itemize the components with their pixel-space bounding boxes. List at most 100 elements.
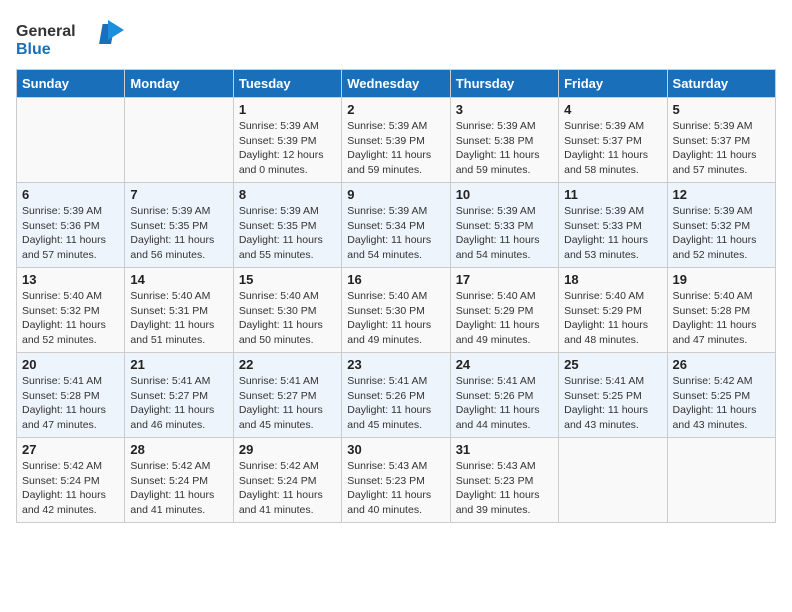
calendar-cell	[667, 438, 775, 523]
calendar-cell: 7Sunrise: 5:39 AMSunset: 5:35 PMDaylight…	[125, 183, 233, 268]
day-number: 3	[456, 102, 553, 117]
page-header: General Blue	[16, 16, 776, 61]
day-info: Sunrise: 5:41 AMSunset: 5:26 PMDaylight:…	[456, 374, 553, 433]
calendar-cell: 9 Sunrise: 5:39 AMSunset: 5:34 PMDaylight…	[342, 183, 450, 268]
day-number: 22	[239, 357, 336, 372]
day-number: 31	[456, 442, 553, 457]
day-info: Sunrise: 5:40 AMSunset: 5:32 PMDaylight:…	[22, 289, 119, 348]
day-info: Sunrise: 5:40 AMSunset: 5:29 PMDaylight:…	[456, 289, 553, 348]
day-number: 1	[239, 102, 336, 117]
calendar-week-row: 6 Sunrise: 5:39 AMSunset: 5:36 PMDaylight…	[17, 183, 776, 268]
calendar-cell: 6 Sunrise: 5:39 AMSunset: 5:36 PMDaylight…	[17, 183, 125, 268]
weekday-header-row: SundayMondayTuesdayWednesdayThursdayFrid…	[17, 70, 776, 98]
day-number: 13	[22, 272, 119, 287]
day-number: 9	[347, 187, 444, 202]
day-info: Sunrise: 5:39 AMSunset: 5:39 PMDaylight:…	[239, 119, 336, 178]
day-info: Sunrise: 5:39 AMSunset: 5:35 PMDaylight:…	[239, 204, 336, 263]
calendar-cell: 2 Sunrise: 5:39 AMSunset: 5:39 PMDaylight…	[342, 98, 450, 183]
day-info: Sunrise: 5:39 AMSunset: 5:33 PMDaylight:…	[564, 204, 661, 263]
day-number: 27	[22, 442, 119, 457]
day-number: 30	[347, 442, 444, 457]
calendar-cell	[125, 98, 233, 183]
day-number: 15	[239, 272, 336, 287]
calendar-cell: 8 Sunrise: 5:39 AMSunset: 5:35 PMDaylight…	[233, 183, 341, 268]
day-info: Sunrise: 5:39 AMSunset: 5:33 PMDaylight:…	[456, 204, 553, 263]
day-number: 19	[673, 272, 770, 287]
calendar-cell: 25 Sunrise: 5:41 AMSunset: 5:25 PMDayligh…	[559, 353, 667, 438]
day-number: 14	[130, 272, 227, 287]
day-number: 4	[564, 102, 661, 117]
day-info: Sunrise: 5:39 AMSunset: 5:38 PMDaylight:…	[456, 119, 553, 178]
calendar-cell: 13 Sunrise: 5:40 AMSunset: 5:32 PMDayligh…	[17, 268, 125, 353]
calendar-cell: 12Sunrise: 5:39 AMSunset: 5:32 PMDayligh…	[667, 183, 775, 268]
svg-text:General: General	[16, 23, 76, 40]
calendar-cell: 23 Sunrise: 5:41 AMSunset: 5:26 PMDayligh…	[342, 353, 450, 438]
calendar-cell: 3 Sunrise: 5:39 AMSunset: 5:38 PMDaylight…	[450, 98, 558, 183]
calendar-cell: 27 Sunrise: 5:42 AMSunset: 5:24 PMDayligh…	[17, 438, 125, 523]
calendar-cell: 31 Sunrise: 5:43 AMSunset: 5:23 PMDayligh…	[450, 438, 558, 523]
weekday-header: Friday	[559, 70, 667, 98]
calendar-cell: 4 Sunrise: 5:39 AMSunset: 5:37 PMDaylight…	[559, 98, 667, 183]
calendar-week-row: 1 Sunrise: 5:39 AMSunset: 5:39 PMDaylight…	[17, 98, 776, 183]
day-number: 16	[347, 272, 444, 287]
weekday-header: Sunday	[17, 70, 125, 98]
logo: General Blue	[16, 16, 126, 61]
calendar-table: SundayMondayTuesdayWednesdayThursdayFrid…	[16, 69, 776, 523]
day-number: 7	[130, 187, 227, 202]
calendar-cell: 30 Sunrise: 5:43 AMSunset: 5:23 PMDayligh…	[342, 438, 450, 523]
day-info: Sunrise: 5:42 AMSunset: 5:24 PMDaylight:…	[239, 459, 336, 518]
weekday-header: Thursday	[450, 70, 558, 98]
day-number: 29	[239, 442, 336, 457]
day-info: Sunrise: 5:43 AMSunset: 5:23 PMDaylight:…	[456, 459, 553, 518]
day-number: 24	[456, 357, 553, 372]
calendar-cell: 21Sunrise: 5:41 AMSunset: 5:27 PMDayligh…	[125, 353, 233, 438]
day-info: Sunrise: 5:42 AMSunset: 5:24 PMDaylight:…	[130, 459, 227, 518]
calendar-cell: 17 Sunrise: 5:40 AMSunset: 5:29 PMDayligh…	[450, 268, 558, 353]
day-info: Sunrise: 5:40 AMSunset: 5:28 PMDaylight:…	[673, 289, 770, 348]
day-info: Sunrise: 5:40 AMSunset: 5:29 PMDaylight:…	[564, 289, 661, 348]
day-info: Sunrise: 5:40 AMSunset: 5:31 PMDaylight:…	[130, 289, 227, 348]
calendar-cell: 1 Sunrise: 5:39 AMSunset: 5:39 PMDaylight…	[233, 98, 341, 183]
calendar-week-row: 13 Sunrise: 5:40 AMSunset: 5:32 PMDayligh…	[17, 268, 776, 353]
day-info: Sunrise: 5:42 AMSunset: 5:24 PMDaylight:…	[22, 459, 119, 518]
calendar-cell: 10Sunrise: 5:39 AMSunset: 5:33 PMDayligh…	[450, 183, 558, 268]
day-number: 20	[22, 357, 119, 372]
calendar-cell: 26Sunrise: 5:42 AMSunset: 5:25 PMDayligh…	[667, 353, 775, 438]
calendar-cell: 16Sunrise: 5:40 AMSunset: 5:30 PMDayligh…	[342, 268, 450, 353]
calendar-week-row: 20 Sunrise: 5:41 AMSunset: 5:28 PMDayligh…	[17, 353, 776, 438]
weekday-header: Wednesday	[342, 70, 450, 98]
calendar-cell: 28 Sunrise: 5:42 AMSunset: 5:24 PMDayligh…	[125, 438, 233, 523]
calendar-cell: 29 Sunrise: 5:42 AMSunset: 5:24 PMDayligh…	[233, 438, 341, 523]
calendar-cell: 11 Sunrise: 5:39 AMSunset: 5:33 PMDayligh…	[559, 183, 667, 268]
day-info: Sunrise: 5:42 AMSunset: 5:25 PMDaylight:…	[673, 374, 770, 433]
calendar-cell: 22 Sunrise: 5:41 AMSunset: 5:27 PMDayligh…	[233, 353, 341, 438]
calendar-cell	[17, 98, 125, 183]
day-info: Sunrise: 5:41 AMSunset: 5:26 PMDaylight:…	[347, 374, 444, 433]
day-number: 21	[130, 357, 227, 372]
day-number: 17	[456, 272, 553, 287]
calendar-cell: 20 Sunrise: 5:41 AMSunset: 5:28 PMDayligh…	[17, 353, 125, 438]
calendar-cell: 19 Sunrise: 5:40 AMSunset: 5:28 PMDayligh…	[667, 268, 775, 353]
day-info: Sunrise: 5:39 AMSunset: 5:37 PMDaylight:…	[673, 119, 770, 178]
day-number: 6	[22, 187, 119, 202]
calendar-cell: 14 Sunrise: 5:40 AMSunset: 5:31 PMDayligh…	[125, 268, 233, 353]
day-info: Sunrise: 5:41 AMSunset: 5:28 PMDaylight:…	[22, 374, 119, 433]
day-info: Sunrise: 5:43 AMSunset: 5:23 PMDaylight:…	[347, 459, 444, 518]
day-info: Sunrise: 5:39 AMSunset: 5:34 PMDaylight:…	[347, 204, 444, 263]
day-number: 28	[130, 442, 227, 457]
day-info: Sunrise: 5:41 AMSunset: 5:25 PMDaylight:…	[564, 374, 661, 433]
day-number: 23	[347, 357, 444, 372]
day-number: 8	[239, 187, 336, 202]
calendar-cell: 24 Sunrise: 5:41 AMSunset: 5:26 PMDayligh…	[450, 353, 558, 438]
day-number: 11	[564, 187, 661, 202]
day-number: 5	[673, 102, 770, 117]
day-info: Sunrise: 5:39 AMSunset: 5:39 PMDaylight:…	[347, 119, 444, 178]
day-number: 25	[564, 357, 661, 372]
calendar-cell: 5 Sunrise: 5:39 AMSunset: 5:37 PMDaylight…	[667, 98, 775, 183]
day-info: Sunrise: 5:41 AMSunset: 5:27 PMDaylight:…	[239, 374, 336, 433]
weekday-header: Monday	[125, 70, 233, 98]
svg-text:Blue: Blue	[16, 41, 51, 58]
day-info: Sunrise: 5:39 AMSunset: 5:37 PMDaylight:…	[564, 119, 661, 178]
day-info: Sunrise: 5:39 AMSunset: 5:36 PMDaylight:…	[22, 204, 119, 263]
day-number: 2	[347, 102, 444, 117]
